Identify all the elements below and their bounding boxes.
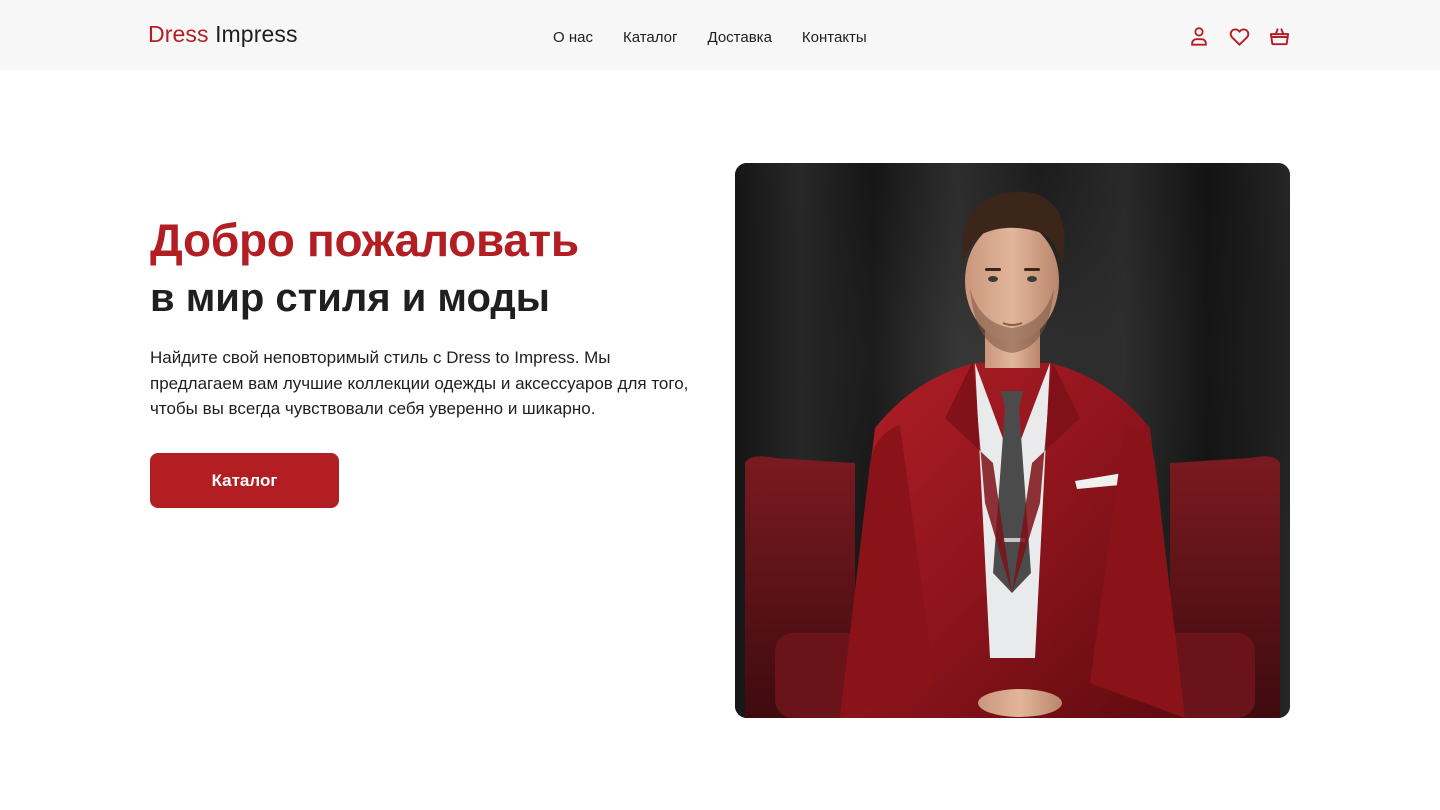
nav-link-catalog[interactable]: Каталог <box>623 29 678 46</box>
hero-description: Найдите свой неповторимый стиль с Dress … <box>150 348 689 418</box>
header-icons <box>1187 24 1291 48</box>
logo-rest-text: Impress <box>215 21 298 47</box>
logo[interactable]: Dress Impress <box>148 19 298 49</box>
logo-accent-text: Dress <box>148 21 209 47</box>
nav-link-contacts[interactable]: Контакты <box>802 29 867 46</box>
hero-title-rest: в мир стиля и моды <box>150 276 550 320</box>
nav-link-about[interactable]: О нас <box>553 29 593 46</box>
user-icon[interactable] <box>1187 24 1211 48</box>
nav-link-delivery[interactable]: Доставка <box>708 29 772 46</box>
hero-image <box>735 163 1290 718</box>
heart-icon[interactable] <box>1227 24 1251 48</box>
cart-icon[interactable] <box>1267 24 1291 48</box>
site-header: Dress Impress О нас Каталог Доставка Кон… <box>0 0 1440 70</box>
main-nav: О нас Каталог Доставка Контакты <box>553 25 867 49</box>
catalog-button[interactable]: Каталог <box>150 453 339 508</box>
hero-title-accent: Добро пожаловать <box>150 214 579 266</box>
